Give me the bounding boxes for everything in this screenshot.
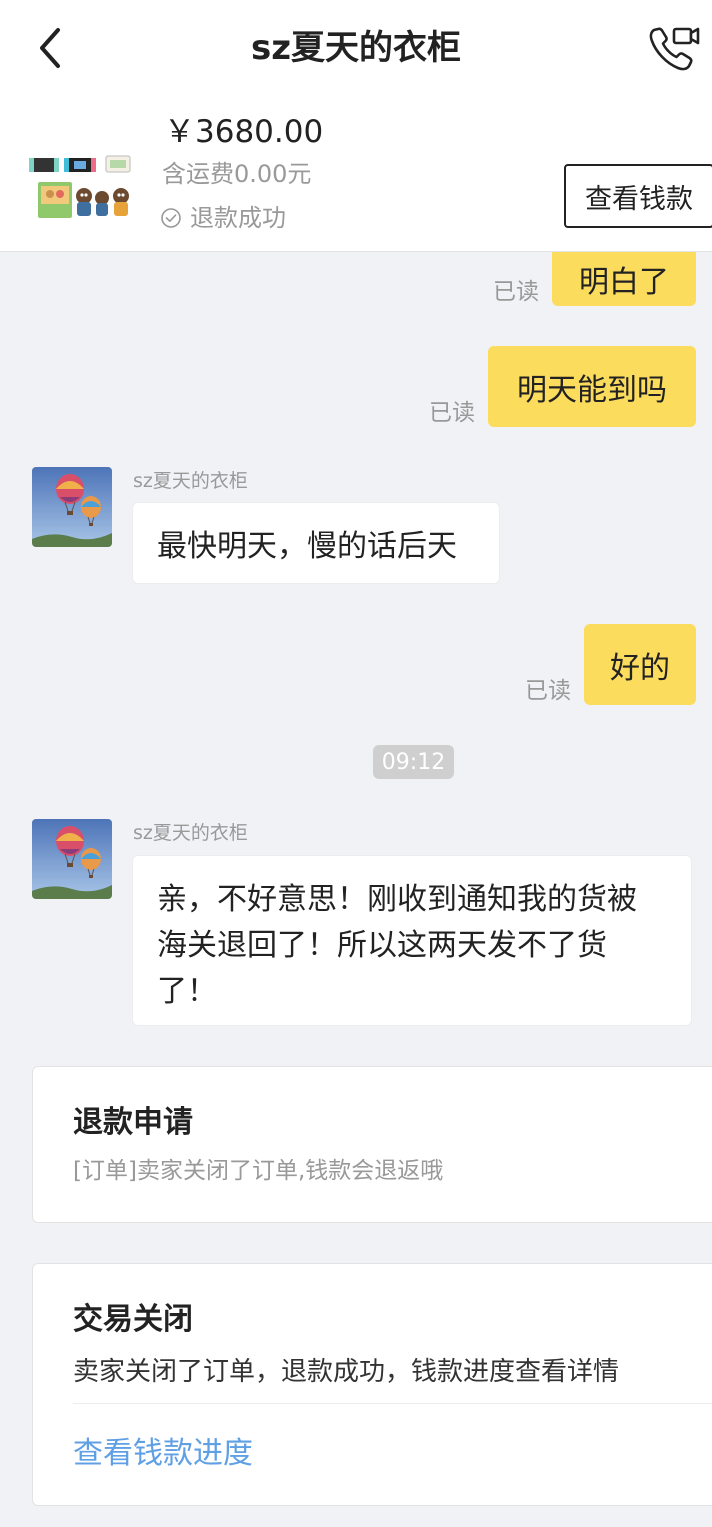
- closed-card-title: 交易关闭: [73, 1302, 193, 1337]
- message-line: 了！: [157, 974, 217, 1009]
- top-bar: sz夏天的衣柜: [0, 0, 712, 100]
- my-message-bubble[interactable]: 明白了: [552, 252, 696, 306]
- product-thumbnail[interactable]: [26, 150, 136, 230]
- seller-avatar[interactable]: [32, 819, 112, 899]
- my-message-bubble[interactable]: 明天能到吗: [488, 346, 696, 427]
- game-console-image: [29, 155, 131, 218]
- message-line: 海关退回了！所以这两天发不了货: [157, 928, 607, 963]
- my-message-bubble[interactable]: 好的: [584, 624, 696, 705]
- closed-card-text: 卖家关闭了订单，退款成功，钱款进度查看详情: [73, 1357, 620, 1387]
- refund-card-subtitle: [订单]卖家关闭了订单,钱款会退返哦: [73, 1158, 444, 1184]
- refund-status: 退款成功: [160, 202, 286, 234]
- call-button[interactable]: [644, 20, 702, 78]
- chat-title: sz夏天的衣柜: [250, 28, 462, 68]
- timestamp-chip: 09:12: [373, 745, 454, 779]
- refund-card-title: 退款申请: [73, 1105, 193, 1140]
- sender-name: sz夏天的衣柜: [133, 822, 248, 844]
- seller-message-bubble[interactable]: 最快明天，慢的话后天: [132, 502, 500, 584]
- refund-request-card[interactable]: 退款申请 [订单]卖家关闭了订单,钱款会退返哦: [32, 1066, 712, 1223]
- view-money-progress-link[interactable]: 查看钱款进度: [73, 1434, 253, 1474]
- check-circle-icon: [161, 208, 181, 228]
- phone-video-icon: [649, 27, 700, 71]
- trade-closed-card: 交易关闭 卖家关闭了订单，退款成功，钱款进度查看详情 查看钱款进度: [32, 1263, 712, 1506]
- card-divider: [73, 1403, 712, 1404]
- seller-message-bubble[interactable]: 亲，不好意思！刚收到通知我的货被 海关退回了！所以这两天发不了货 了！: [132, 855, 692, 1026]
- read-receipt: 已读: [493, 279, 539, 305]
- message-line: 亲，不好意思！刚收到通知我的货被: [157, 882, 637, 917]
- read-receipt: 已读: [525, 678, 571, 704]
- hot-air-balloon-image: [32, 467, 112, 547]
- product-summary[interactable]: ￥3680.00 含运费0.00元 退款成功 查看钱款: [0, 100, 712, 252]
- message-list[interactable]: 明白了 已读 明天能到吗 已读 sz夏天的衣柜 最快明天，慢的话后天 好的 已读…: [0, 252, 712, 1527]
- product-price: ￥3680.00: [164, 114, 324, 150]
- sender-name: sz夏天的衣柜: [133, 470, 248, 492]
- hot-air-balloon-image: [32, 819, 112, 899]
- seller-avatar[interactable]: [32, 467, 112, 547]
- refund-status-text: 退款成功: [190, 204, 286, 232]
- shipping-fee: 含运费0.00元: [162, 160, 312, 188]
- read-receipt: 已读: [429, 400, 475, 426]
- view-money-button[interactable]: 查看钱款: [564, 164, 712, 228]
